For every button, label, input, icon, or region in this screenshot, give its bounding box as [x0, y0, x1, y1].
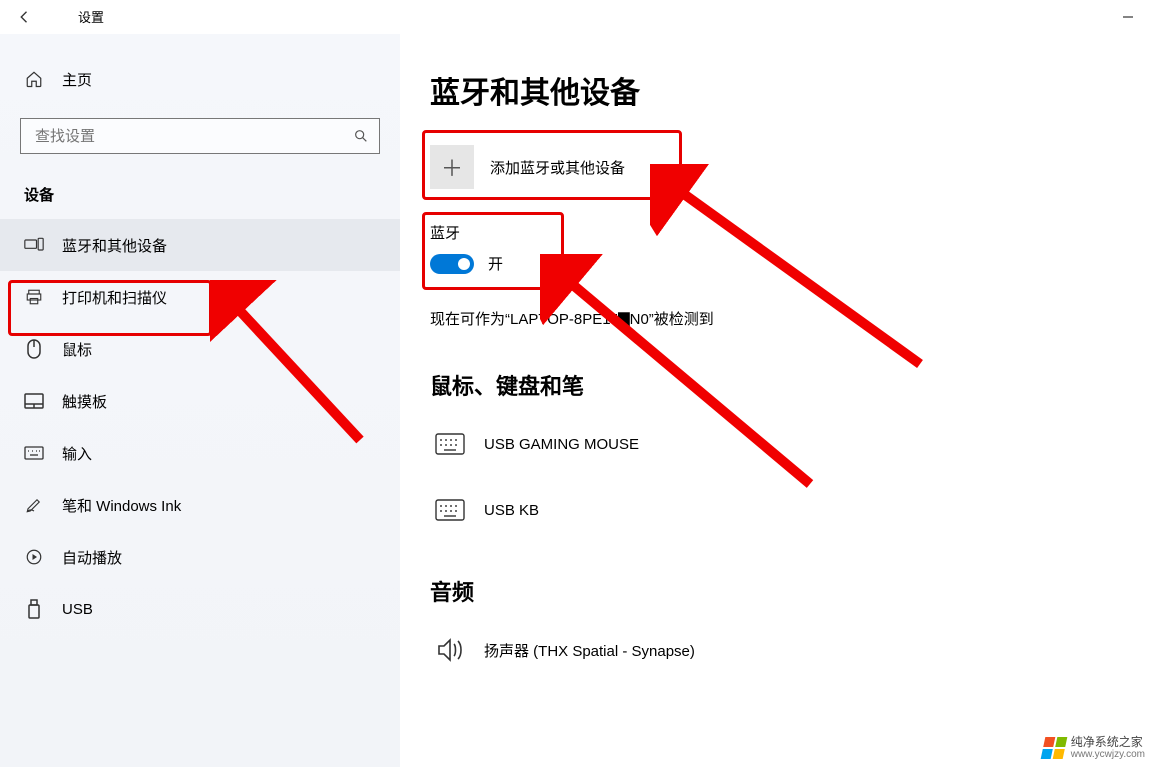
mouse-icon — [24, 339, 44, 359]
section-label: 设备 — [0, 174, 400, 219]
pen-icon — [24, 496, 44, 514]
add-device-button[interactable]: ＋ 添加蓝牙或其他设备 — [430, 140, 625, 194]
device-name: USB KB — [484, 502, 539, 519]
sidebar-item-bluetooth[interactable]: 蓝牙和其他设备 — [0, 219, 400, 271]
keyboard-icon — [430, 492, 470, 528]
bluetooth-toggle[interactable] — [430, 254, 474, 274]
bluetooth-label: 蓝牙 — [430, 222, 503, 243]
device-name: USB GAMING MOUSE — [484, 436, 639, 453]
plus-icon: ＋ — [430, 145, 474, 189]
home-label: 主页 — [62, 69, 92, 90]
sidebar: 主页 设备 蓝牙和其他设备 — [0, 34, 400, 767]
watermark-line2: www.ycwjzy.com — [1071, 749, 1145, 761]
watermark-logo-icon — [1040, 737, 1067, 759]
watermark-line1: 纯净系统之家 — [1071, 735, 1145, 749]
sidebar-item-printers[interactable]: 打印机和扫描仪 — [0, 271, 400, 323]
home-link[interactable]: 主页 — [0, 54, 400, 104]
main-content: 蓝牙和其他设备 ＋ 添加蓝牙或其他设备 蓝牙 开 现在可作为“LAPTOP-8P… — [400, 34, 1151, 767]
search-icon — [343, 119, 379, 153]
group-heading-input: 鼠标、键盘和笔 — [430, 369, 1121, 401]
sidebar-item-label: 输入 — [62, 443, 92, 464]
back-button[interactable] — [0, 0, 50, 34]
sidebar-item-label: 自动播放 — [62, 547, 122, 568]
sidebar-item-usb[interactable]: USB — [0, 583, 400, 635]
touchpad-icon — [24, 393, 44, 409]
sidebar-item-typing[interactable]: 输入 — [0, 427, 400, 479]
devices-icon — [24, 237, 44, 253]
keyboard-icon — [430, 426, 470, 462]
sidebar-item-touchpad[interactable]: 触摸板 — [0, 375, 400, 427]
home-icon — [24, 70, 44, 88]
sidebar-item-label: 触摸板 — [62, 391, 107, 412]
search-input[interactable] — [20, 118, 380, 154]
search-field[interactable] — [21, 128, 343, 145]
speaker-icon — [430, 632, 470, 668]
bluetooth-status: 现在可作为“LAPTOP-8PE1J▇N0”被检测到 — [430, 308, 1121, 329]
titlebar: 设置 — [0, 0, 1151, 34]
bluetooth-state: 开 — [488, 253, 503, 274]
printer-icon — [24, 288, 44, 306]
annotation-arrow — [650, 164, 930, 374]
minimize-button[interactable] — [1105, 0, 1151, 34]
sidebar-item-label: 打印机和扫描仪 — [62, 287, 167, 308]
sidebar-item-label: USB — [62, 601, 93, 618]
autoplay-icon — [24, 548, 44, 566]
sidebar-item-label: 蓝牙和其他设备 — [62, 235, 167, 256]
device-row[interactable]: 扬声器 (THX Spatial - Synapse) — [430, 625, 1121, 675]
group-heading-audio: 音频 — [430, 575, 1121, 607]
device-row[interactable]: USB GAMING MOUSE — [430, 419, 1121, 469]
sidebar-item-mouse[interactable]: 鼠标 — [0, 323, 400, 375]
window-title: 设置 — [78, 7, 104, 26]
add-device-label: 添加蓝牙或其他设备 — [490, 157, 625, 178]
keyboard-icon — [24, 446, 44, 460]
usb-icon — [24, 599, 44, 619]
watermark: 纯净系统之家 www.ycwjzy.com — [1043, 735, 1145, 761]
sidebar-item-autoplay[interactable]: 自动播放 — [0, 531, 400, 583]
device-row[interactable]: USB KB — [430, 485, 1121, 535]
sidebar-item-pen[interactable]: 笔和 Windows Ink — [0, 479, 400, 531]
sidebar-item-label: 笔和 Windows Ink — [62, 495, 181, 516]
sidebar-item-label: 鼠标 — [62, 339, 92, 360]
page-title: 蓝牙和其他设备 — [430, 68, 1121, 112]
device-name: 扬声器 (THX Spatial - Synapse) — [484, 640, 695, 661]
